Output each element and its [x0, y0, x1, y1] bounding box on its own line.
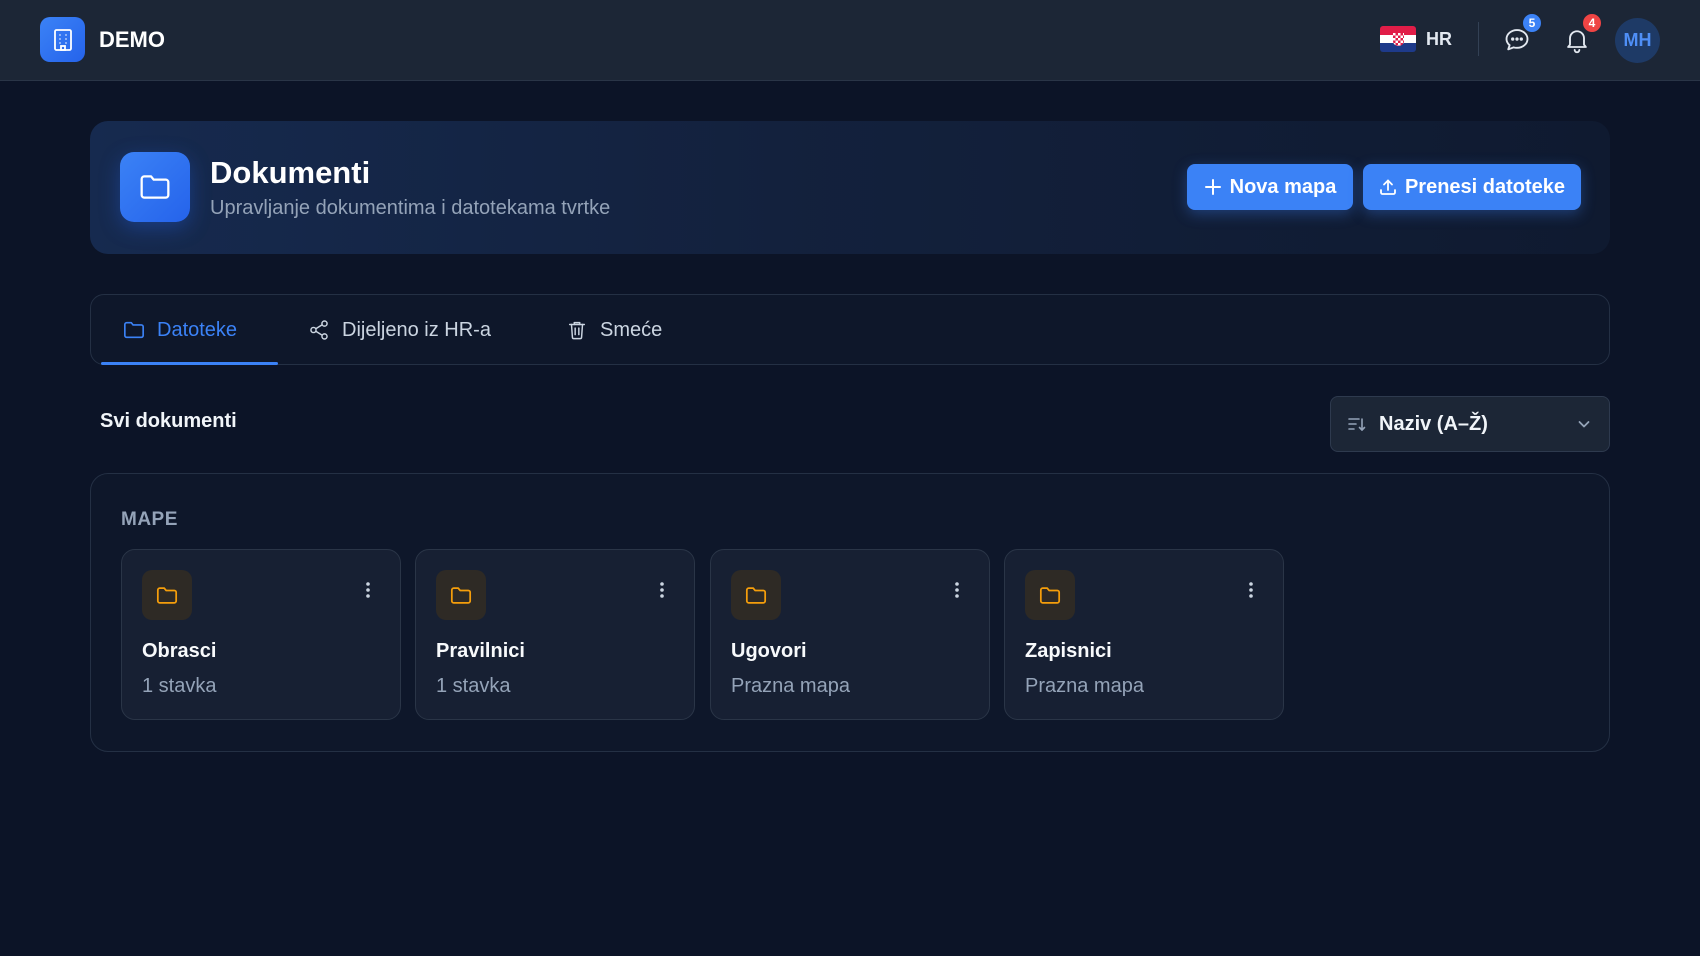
folder-card-zapisnici[interactable]: Zapisnici Prazna mapa [1004, 549, 1284, 720]
folder-name: Ugovori [731, 640, 807, 662]
tab-bar: Datoteke Dijeljeno iz HR-a Smeće [90, 294, 1610, 365]
folder-card-ugovori[interactable]: Ugovori Prazna mapa [710, 549, 990, 720]
chevron-down-icon [1578, 421, 1590, 428]
brand[interactable]: DEMO [40, 17, 165, 62]
more-vertical-icon [660, 582, 664, 598]
divider [1478, 22, 1479, 56]
page-subtitle: Upravljanje dokumentima i datotekama tvr… [210, 197, 611, 219]
trash-icon [568, 321, 586, 340]
building-icon [40, 17, 85, 62]
messages-button[interactable]: 5 [1499, 12, 1543, 58]
new-folder-button[interactable]: Nova mapa [1187, 164, 1353, 210]
folders-section-label: MAPE [121, 509, 178, 530]
folder-icon [436, 570, 486, 620]
active-tab-indicator [101, 362, 278, 365]
folder-icon [120, 152, 190, 222]
folder-name: Obrasci [142, 640, 217, 662]
folder-name: Zapisnici [1025, 640, 1112, 662]
plus-icon [1204, 179, 1221, 195]
folder-item-count: Prazna mapa [1025, 675, 1144, 697]
more-vertical-icon [366, 582, 370, 598]
tab-shared-from-hr[interactable]: Dijeljeno iz HR-a [308, 295, 491, 365]
share-icon [310, 320, 328, 340]
page-title: Dokumenti [210, 155, 371, 190]
more-options-button[interactable] [947, 575, 967, 605]
folder-icon [142, 570, 192, 620]
folder-item-count: Prazna mapa [731, 675, 850, 697]
more-options-button[interactable] [358, 575, 378, 605]
notifications-badge: 4 [1581, 12, 1603, 34]
top-bar: DEMO HR 5 4 MH [0, 0, 1700, 81]
notifications-button[interactable]: 4 [1559, 12, 1603, 58]
page-header: Dokumenti Upravljanje dokumentima i dato… [90, 121, 1610, 254]
tab-files[interactable]: Datoteke [123, 295, 237, 365]
folder-icon [1025, 570, 1075, 620]
sort-selected-label: Naziv (A–Ž) [1379, 412, 1488, 435]
more-options-button[interactable] [1241, 575, 1261, 605]
folder-card-pravilnici[interactable]: Pravilnici 1 stavka [415, 549, 695, 720]
brand-name: DEMO [99, 26, 165, 52]
tab-files-label: Datoteke [157, 318, 238, 341]
section-title: Svi dokumenti [100, 410, 237, 432]
folder-icon [731, 570, 781, 620]
sort-select[interactable]: Naziv (A–Ž) [1330, 396, 1610, 452]
folders-panel: MAPE Obrasci 1 stavka Pravilnici 1 stavk… [90, 473, 1610, 752]
tab-shared-label: Dijeljeno iz HR-a [342, 318, 491, 341]
folder-icon [124, 321, 144, 339]
new-folder-label: Nova mapa [1229, 175, 1337, 198]
upload-files-label: Prenesi datoteke [1404, 175, 1566, 198]
more-options-button[interactable] [652, 575, 672, 605]
language-label: HR [1426, 28, 1452, 49]
folder-name: Pravilnici [436, 640, 525, 662]
more-vertical-icon [955, 582, 959, 598]
tab-trash[interactable]: Smeće [566, 295, 662, 365]
messages-badge: 5 [1521, 12, 1543, 34]
folder-item-count: 1 stavka [436, 675, 511, 697]
sort-icon [1348, 418, 1366, 431]
tab-trash-label: Smeće [600, 318, 663, 341]
folder-item-count: 1 stavka [142, 675, 217, 697]
more-vertical-icon [1249, 582, 1253, 598]
user-avatar[interactable]: MH [1615, 18, 1660, 63]
upload-files-button[interactable]: Prenesi datoteke [1363, 164, 1581, 210]
croatia-flag-icon [1380, 26, 1416, 52]
language-switcher[interactable]: HR [1380, 26, 1452, 52]
folder-card-obrasci[interactable]: Obrasci 1 stavka [121, 549, 401, 720]
upload-icon [1380, 179, 1396, 195]
